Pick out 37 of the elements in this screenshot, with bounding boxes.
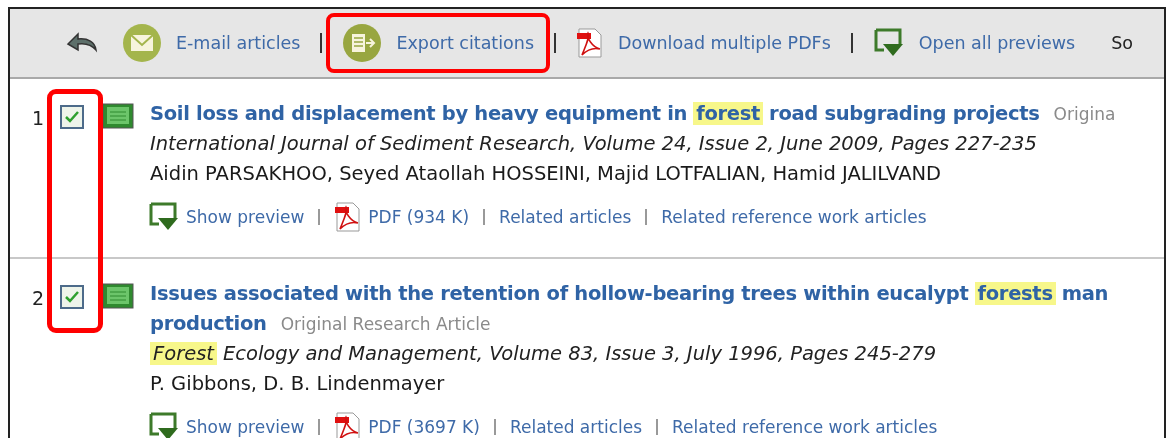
checkbox[interactable]	[60, 285, 84, 309]
article-type: Origina	[1053, 104, 1116, 124]
export-document-icon	[342, 23, 383, 63]
toolbar-link[interactable]: Export citations	[332, 13, 544, 73]
article-type: Original Research Article	[280, 314, 491, 334]
journal-citation: Forest Ecology and Management, Volume 83, Issue 3, July 1996, Pages 245-279	[150, 339, 1164, 369]
article-link[interactable]: Related reference work articles	[661, 207, 927, 227]
article-link[interactable]: PDF (934 K)	[334, 201, 470, 233]
toolbar-link[interactable]: Open all previews	[862, 18, 1086, 68]
article-link[interactable]: Related articles	[499, 207, 632, 227]
check-icon	[64, 290, 80, 304]
article-icon	[102, 103, 134, 129]
sort-label: So	[1111, 33, 1134, 53]
article-link[interactable]: Show preview	[148, 202, 305, 232]
pdf-icon	[576, 27, 604, 59]
preview-icon	[148, 412, 180, 438]
journal-citation: International Journal of Sediment Research, Volume 24, Issue 2, June 2009, Pages 227-235	[150, 131, 1038, 157]
toolbar-link[interactable]: Download multiple PDFs	[566, 17, 841, 69]
article-title[interactable]: Issues associated with the retention of hollow-bearing trees within eucalypt forests man	[150, 279, 1115, 309]
check-icon	[64, 110, 80, 124]
article-link[interactable]: Related articles	[509, 417, 643, 437]
article-icon	[102, 283, 134, 309]
toolbar-link[interactable]: E-mail articles	[112, 13, 311, 73]
article-title[interactable]: Soil loss and displacement by heavy equipment in forest road subgrading projects	[150, 99, 1046, 129]
preview-icon	[148, 202, 180, 232]
result-number: 1	[32, 106, 46, 131]
envelope-icon	[122, 23, 162, 63]
checkbox[interactable]	[60, 105, 84, 129]
authors: P. Gibbons, D. B. Lindenmayer	[150, 371, 446, 397]
authors: Aidin PARSAKHOO, Seyed Ataollah HOSSEINI, Majid LOTFALIAN, Hamid JALILVAND	[150, 161, 943, 187]
article-link[interactable]: PDF (3697 K)	[334, 411, 480, 438]
article-link[interactable]: Related reference work articles	[672, 417, 938, 437]
article-title[interactable]: production	[150, 309, 273, 339]
article-link[interactable]: Show preview	[148, 412, 305, 438]
result-number: 2	[32, 286, 46, 311]
preview-icon	[872, 28, 905, 58]
pdf-icon	[334, 201, 363, 233]
